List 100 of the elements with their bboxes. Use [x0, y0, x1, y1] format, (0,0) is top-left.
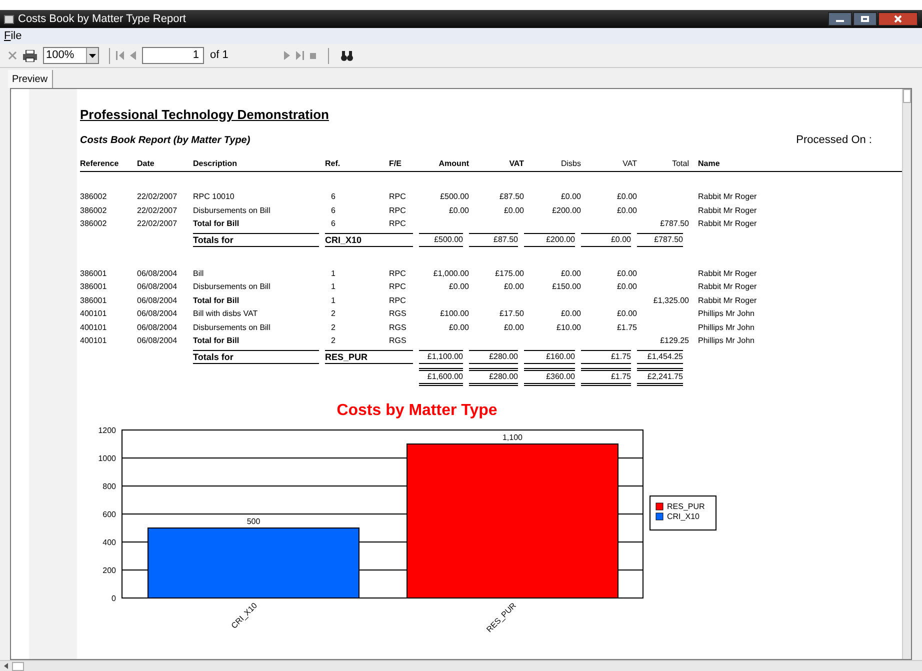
table-cell-text: 06/08/2004 — [137, 294, 178, 306]
close-icon[interactable] — [8, 51, 17, 60]
table-cell-text: Total for Bill — [193, 335, 240, 347]
table-cell-text: RGS — [389, 322, 408, 334]
table-cell-text: 386001 — [80, 281, 108, 293]
table-cell-text: Phillips Mr John — [698, 335, 756, 347]
table-cell-text: Rabbit Mr Roger — [698, 268, 758, 280]
next-page-icon[interactable] — [284, 51, 290, 60]
table-cell-text: £0.00 — [560, 191, 581, 203]
page-field[interactable]: 1 — [142, 47, 204, 64]
table-cell-text: £0.00 — [616, 204, 637, 216]
column-header: VAT — [622, 158, 637, 170]
table-cell-text: £200.00 — [551, 204, 581, 216]
column-header: F/E — [389, 158, 402, 170]
table-cell-text: 06/08/2004 — [137, 308, 178, 320]
column-header: Date — [137, 158, 156, 170]
table-cell-text: 386002 — [80, 218, 108, 230]
chart-legend — [650, 495, 716, 530]
zoom-select[interactable]: 100% — [43, 47, 99, 64]
legend-label: RES_PUR — [667, 502, 706, 510]
scroll-left-icon[interactable] — [4, 663, 8, 669]
table-cell-text: Bill with disbs VAT — [193, 308, 259, 320]
table-cell-text: RPC — [389, 204, 407, 216]
table-cell-text: 400101 — [80, 335, 108, 347]
table-cell-text: 2 — [330, 308, 336, 320]
table-cell-text: 06/08/2004 — [137, 281, 178, 293]
table-cell-text: RPC — [389, 268, 407, 280]
table-cell-text: Rabbit Mr Roger — [698, 281, 758, 293]
stop-icon[interactable] — [310, 52, 316, 58]
table-cell-text: 22/02/2007 — [137, 204, 178, 216]
table-cell-text: Rabbit Mr Roger — [698, 191, 758, 203]
table-cell-text: 386001 — [80, 268, 108, 280]
axis-tick-label: 1200 — [98, 426, 116, 434]
book-icon — [4, 14, 14, 24]
axis-tick-label: 800 — [102, 482, 116, 490]
tab[interactable]: Preview — [8, 70, 53, 88]
menu-item[interactable]: File — [4, 28, 22, 44]
table-cell-text: £0.00 — [616, 191, 637, 203]
table-cell-text: RPC — [389, 294, 407, 306]
total-cell: £2,241.75 — [637, 368, 683, 386]
axis-tick-label: 400 — [102, 538, 116, 546]
table-cell-text: 06/08/2004 — [137, 335, 178, 347]
table-cell-text: £0.00 — [448, 322, 469, 334]
axis-tick-label: 600 — [102, 510, 116, 518]
total-cell: £87.50 — [469, 232, 518, 246]
table-cell-text: Phillips Mr John — [698, 322, 756, 334]
total-cell: £360.00 — [524, 368, 575, 386]
table-cell-text: 06/08/2004 — [137, 268, 178, 280]
table-cell-text: 6 — [330, 191, 336, 203]
first-page-icon[interactable] — [116, 51, 124, 60]
table-cell-text: £0.00 — [502, 204, 524, 216]
column-header: VAT — [508, 158, 524, 170]
binoculars-icon[interactable] — [341, 50, 354, 60]
last-page-icon[interactable] — [296, 51, 304, 60]
vertical-scrollbar[interactable] — [902, 89, 911, 659]
table-cell-text: £100.00 — [439, 308, 469, 320]
table-cell-text: 386002 — [80, 204, 108, 216]
table-cell-text: Phillips Mr John — [698, 308, 756, 320]
previous-page-icon[interactable] — [130, 51, 136, 60]
column-header: Ref. — [325, 158, 342, 170]
table-cell-text: £129.25 — [659, 335, 689, 347]
maximize-button[interactable] — [853, 12, 877, 26]
page-count: of 1 — [210, 48, 228, 64]
table-cell-text: £500.00 — [439, 191, 469, 203]
table-cell-text: 400101 — [80, 322, 108, 334]
horizontal-scrollbar[interactable] — [0, 660, 922, 671]
table-cell-text: £175.00 — [494, 268, 524, 280]
column-header: Name — [698, 158, 721, 170]
table-cell-text: 2 — [330, 322, 336, 334]
table-cell-text: Disbursements on Bill — [193, 281, 272, 293]
printer-icon[interactable] — [23, 50, 37, 62]
table-cell-text: RPC — [389, 281, 407, 293]
table-cell-text: £0.00 — [616, 268, 637, 280]
scroll-thumb[interactable] — [12, 662, 24, 670]
axis-tick-label: 1000 — [98, 454, 116, 462]
total-cell: £1,454.25 — [637, 350, 683, 364]
table-cell-text: RPC — [389, 218, 407, 230]
table-cell-text: £1,000.00 — [432, 268, 469, 280]
table-cell-text: 386001 — [80, 294, 108, 306]
table-cell-text: £17.50 — [498, 308, 524, 320]
total-cell: £1,100.00 — [419, 350, 463, 364]
total-cell: £160.00 — [524, 350, 575, 364]
table-cell-text: RPC — [389, 191, 407, 203]
table-cell-text: RGS — [389, 335, 408, 347]
table-cell-text: 22/02/2007 — [137, 191, 178, 203]
table-cell-text: Rabbit Mr Roger — [698, 204, 758, 217]
total-cell: £500.00 — [419, 232, 463, 246]
minimize-button[interactable] — [828, 12, 852, 26]
total-cell: £1,600.00 — [419, 368, 463, 386]
table-cell-text: £87.50 — [498, 191, 524, 203]
table-cell-text: £10.00 — [556, 322, 581, 334]
total-cell: RES_PUR — [325, 350, 413, 364]
report-subtitle: Costs Book Report (by Matter Type) — [80, 134, 250, 148]
table-cell-text: £0.00 — [502, 322, 524, 334]
table-cell-text: £0.00 — [616, 308, 637, 320]
axis-tick-label: 200 — [102, 566, 116, 574]
table-cell-text: 06/08/2004 — [137, 322, 178, 334]
total-cell: £1.75 — [581, 350, 631, 364]
table-cell-text: £0.00 — [448, 281, 469, 293]
close-button[interactable] — [878, 12, 918, 26]
